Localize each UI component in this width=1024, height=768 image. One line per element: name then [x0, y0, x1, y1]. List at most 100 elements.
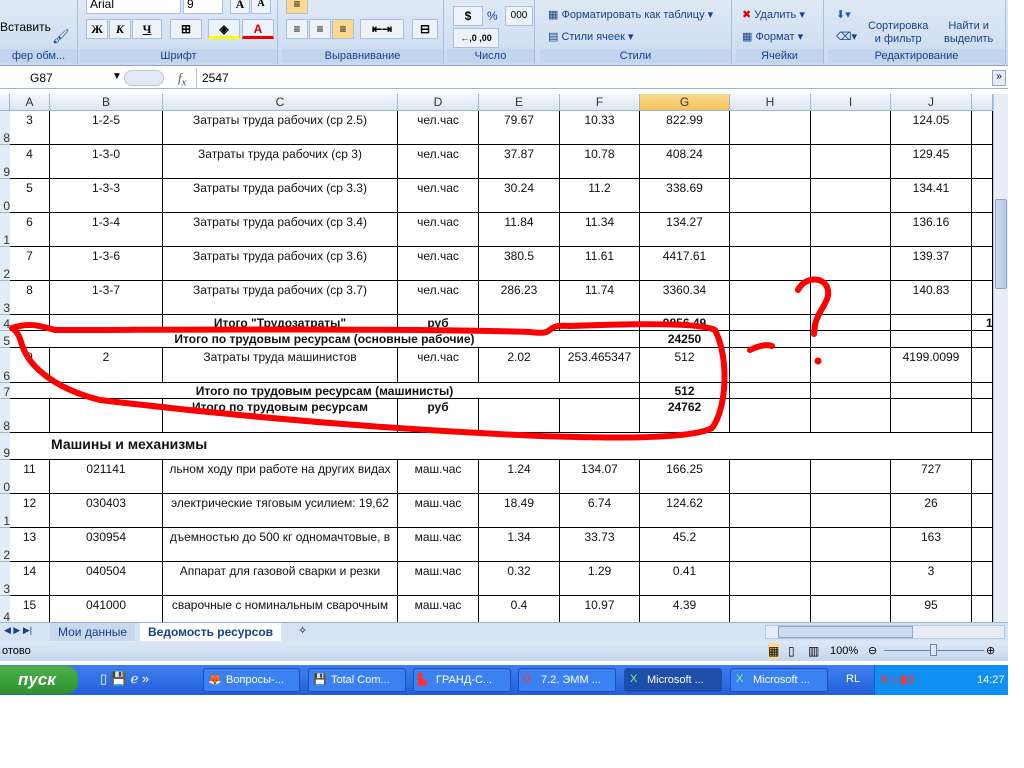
cell-k[interactable] [972, 348, 993, 383]
cell-j[interactable]: 727 [891, 460, 972, 494]
cell-i[interactable] [811, 348, 891, 383]
cell-empty[interactable] [891, 331, 972, 348]
cell-c[interactable]: Затраты труда рабочих (ср 3.7) [163, 281, 398, 315]
cell-b[interactable]: 1-3-6 [50, 247, 163, 281]
cell-b[interactable] [50, 399, 163, 433]
cell-a[interactable]: 4 [10, 145, 50, 179]
cell-f[interactable]: 6.74 [560, 494, 640, 528]
cell-e[interactable]: 286.23 [479, 281, 560, 315]
cell-h[interactable] [730, 494, 811, 528]
indent-buttons[interactable]: ⇤⇥ [360, 19, 404, 39]
cell-empty[interactable] [730, 315, 811, 331]
bold-button[interactable]: Ж [86, 19, 108, 39]
format-as-table-button[interactable]: ▦ Форматировать как таблицу ▾ [548, 8, 713, 21]
cell-k[interactable] [972, 213, 993, 247]
cell-d[interactable]: маш.час [398, 596, 479, 624]
cell-c[interactable]: Затраты труда рабочих (ср 3.6) [163, 247, 398, 281]
row-header[interactable]: 2 [0, 247, 10, 281]
cell-k[interactable] [972, 596, 993, 624]
formula-bar-splitter[interactable] [124, 70, 164, 86]
cell-e[interactable]: 1.34 [479, 528, 560, 562]
cell-k[interactable] [972, 494, 993, 528]
cell-g[interactable]: 408.24 [640, 145, 730, 179]
cell-j[interactable]: 26 [891, 494, 972, 528]
subtotal-value[interactable]: 512 [640, 383, 730, 399]
cell-empty[interactable] [811, 331, 891, 348]
cell-c[interactable]: электрические тяговым усилием: 19,62 [163, 494, 398, 528]
align-top-button[interactable]: ≡ [286, 0, 308, 14]
row-header[interactable]: 6 [0, 348, 10, 383]
cell-d[interactable]: чел.час [398, 111, 479, 145]
cell-g[interactable]: 512 [640, 348, 730, 383]
row-header[interactable]: 9 [0, 433, 10, 460]
row-header[interactable]: 5 [0, 331, 10, 348]
row-header[interactable]: 4 [0, 596, 10, 624]
cell-c[interactable]: Затраты труда рабочих (ср 3) [163, 145, 398, 179]
page-break-icon[interactable]: ▥ [808, 643, 819, 659]
normal-view-icon[interactable]: ▦ [768, 643, 780, 659]
cell-f[interactable]: 11.34 [560, 213, 640, 247]
sort-filter-button[interactable]: Сортировка и фильтр [868, 20, 928, 46]
cell-e[interactable]: 0.4 [479, 596, 560, 624]
subtotal-value[interactable]: 24250 [640, 331, 730, 348]
zoom-level[interactable]: 100% [830, 641, 858, 661]
cell-i[interactable] [811, 247, 891, 281]
cell-g[interactable]: 0.41 [640, 562, 730, 596]
task-grand[interactable]: ГРАНД-С... [413, 668, 511, 692]
currency-button[interactable]: $ [453, 6, 483, 26]
cell-d[interactable]: чел.час [398, 281, 479, 315]
cell-h[interactable] [730, 281, 811, 315]
zoom-in-icon[interactable]: ⊕ [986, 641, 995, 661]
fill-icon[interactable]: ⬇▾ [836, 8, 851, 21]
cell-b[interactable]: 2 [50, 348, 163, 383]
column-header-e[interactable]: E [479, 94, 560, 111]
tab-my-data[interactable]: Мои данные [50, 623, 136, 641]
row-header[interactable]: 1 [0, 494, 10, 528]
cell-j[interactable]: 136.16 [891, 213, 972, 247]
cell-e[interactable]: 2.02 [479, 348, 560, 383]
cell-e[interactable]: 0.32 [479, 562, 560, 596]
cell-j[interactable]: 139.37 [891, 247, 972, 281]
spreadsheet-grid[interactable]: A B C D E F G H I J 8 3 1-2-5 Затраты труда рабочих (… [0, 94, 993, 624]
cell-g[interactable]: 3360.34 [640, 281, 730, 315]
cell-h[interactable] [730, 562, 811, 596]
cell-e[interactable]: 79.67 [479, 111, 560, 145]
cell-f[interactable]: 10.33 [560, 111, 640, 145]
cell-empty[interactable] [730, 383, 811, 399]
cell-h[interactable] [730, 247, 811, 281]
cell-g[interactable]: 338.69 [640, 179, 730, 213]
column-header-k[interactable] [972, 94, 993, 111]
cell-f[interactable] [560, 315, 640, 331]
cell-d[interactable]: маш.час [398, 494, 479, 528]
cell-f[interactable]: 134.07 [560, 460, 640, 494]
cell-d[interactable]: чел.час [398, 179, 479, 213]
cell-e[interactable] [479, 399, 560, 433]
task-pdf[interactable]: 7.2. ЭММ ... [518, 668, 616, 692]
cell-a[interactable]: 6 [10, 213, 50, 247]
cell-h[interactable] [730, 596, 811, 624]
page-layout-icon[interactable]: ▯ [788, 643, 795, 659]
cell-i[interactable] [811, 111, 891, 145]
cell-a[interactable]: 14 [10, 562, 50, 596]
cell-c[interactable]: Аппарат для газовой сварки и резки [163, 562, 398, 596]
cell-k[interactable] [972, 111, 993, 145]
cell-g[interactable]: 45.2 [640, 528, 730, 562]
cell-e[interactable]: 30.24 [479, 179, 560, 213]
cell-e[interactable]: 18.49 [479, 494, 560, 528]
cell-a[interactable] [10, 315, 50, 331]
cell-a[interactable] [10, 399, 50, 433]
cell-a[interactable]: 13 [10, 528, 50, 562]
cell-empty[interactable] [891, 399, 972, 433]
cell-k[interactable] [972, 460, 993, 494]
row-header[interactable]: 3 [0, 281, 10, 315]
percent-button[interactable]: % [487, 9, 498, 23]
cell-empty[interactable] [811, 315, 891, 331]
cell-g[interactable]: 822.99 [640, 111, 730, 145]
cell-empty[interactable] [730, 399, 811, 433]
cell-d[interactable]: маш.час [398, 528, 479, 562]
horizontal-scrollbar[interactable] [765, 625, 1005, 639]
cell-a[interactable]: 15 [10, 596, 50, 624]
row-header[interactable]: 1 [0, 213, 10, 247]
cell-g[interactable]: 4417.61 [640, 247, 730, 281]
formula-input[interactable]: 2547 [202, 71, 229, 85]
